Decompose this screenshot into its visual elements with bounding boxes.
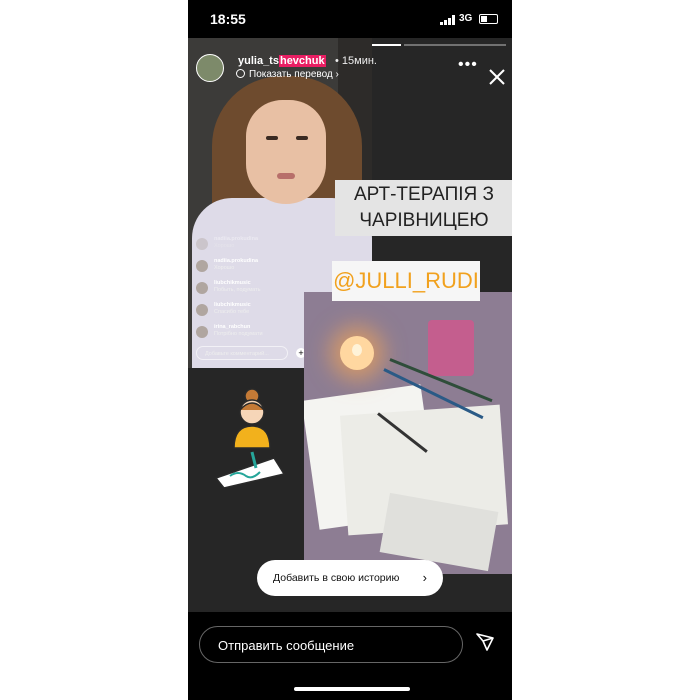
candle-flame — [352, 344, 362, 356]
drawing-girl-sticker — [214, 388, 286, 488]
art-photo — [304, 292, 512, 574]
story-title-text: АРТ-ТЕРАПІЯ З ЧАРІВНИЦЕЮ — [335, 180, 512, 236]
close-icon[interactable] — [488, 68, 506, 86]
person-face — [246, 100, 326, 204]
person-eye — [296, 136, 308, 140]
signal-icon — [440, 15, 455, 25]
more-icon[interactable]: ••• — [458, 56, 478, 74]
avatar — [196, 304, 208, 316]
person-eye — [266, 136, 278, 140]
story-header: yulia_tshevchuk • 15мин. Показать перево… — [196, 52, 506, 86]
story-time: • 15мин. — [335, 55, 377, 67]
story-username[interactable]: yulia_tshevchuk — [238, 55, 326, 67]
status-bar: 18:55 3G — [188, 0, 512, 38]
chat-comment: nadiia.prokudina Хорошо — [196, 236, 366, 256]
mention-sticker[interactable]: @JULLI_RUDI — [332, 261, 480, 301]
avatar — [196, 282, 208, 294]
avatar — [196, 326, 208, 338]
add-to-story-button[interactable]: Добавить в свою историю › — [257, 560, 443, 596]
battery-icon — [479, 14, 498, 24]
story-viewer[interactable]: nadiia.prokudina Хорошо nadiia.prokudina… — [188, 38, 512, 612]
status-time: 18:55 — [210, 11, 246, 27]
avatar[interactable] — [196, 54, 224, 82]
reply-bar: Отправить сообщение — [188, 612, 512, 700]
phone-screen: 18:55 3G nadiia.prokudina Хорошо nadiia.… — [188, 0, 512, 700]
send-icon[interactable] — [475, 632, 495, 652]
avatar — [196, 238, 208, 250]
person-mouth — [277, 173, 295, 179]
pencil-cup — [428, 320, 474, 376]
story-progress-segment — [404, 44, 506, 46]
send-message-input[interactable]: Отправить сообщение — [199, 626, 463, 663]
avatar — [196, 260, 208, 272]
network-type: 3G — [459, 13, 473, 24]
chevron-right-icon: › — [422, 570, 427, 585]
live-comment-input: Добавьте комментарий... — [196, 346, 288, 360]
home-indicator[interactable] — [294, 687, 410, 691]
show-translation-button[interactable]: Показать перевод › — [236, 69, 339, 80]
globe-icon — [236, 69, 245, 78]
